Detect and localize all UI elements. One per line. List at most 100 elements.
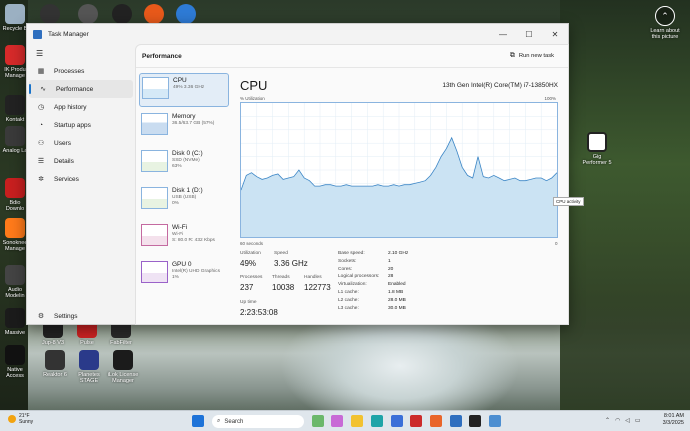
- sidebar-nav: ☰ ▦ Processes ∿ Performance ◷ App history ◔ Sta…: [27, 44, 135, 326]
- desktop-top-icon[interactable]: [112, 4, 132, 24]
- title-bar[interactable]: Task Manager — ☐ ✕: [27, 24, 568, 44]
- app-icon: [113, 350, 133, 370]
- run-new-task-button[interactable]: ⧉ Run new task: [510, 52, 554, 60]
- copilot-icon[interactable]: [331, 415, 343, 427]
- device-name: GPU 0: [172, 261, 192, 268]
- app-icon: [5, 265, 25, 285]
- sidebar-item-performance[interactable]: ∿ Performance: [29, 80, 133, 98]
- desktop-top-icon[interactable]: [144, 4, 164, 24]
- chevron-up-icon[interactable]: ⌃: [605, 417, 610, 424]
- sidebar-item-settings[interactable]: ⚙ Settings: [27, 307, 133, 325]
- learn-about-picture-icon[interactable]: ⌃ Learn about this picture: [648, 6, 682, 40]
- desktop-icon-label: iLok License Manager: [107, 372, 139, 384]
- graph-time-left: 60 seconds: [240, 241, 264, 246]
- handles-label: Handles: [304, 275, 322, 280]
- cpu-utilization-graph[interactable]: [240, 102, 558, 238]
- desktop-top-icon[interactable]: [40, 4, 60, 24]
- grid-icon: ▦: [37, 68, 45, 75]
- task-manager-window: Task Manager — ☐ ✕ ☰ ▦ Processes ∿ Performa…: [26, 23, 584, 326]
- device-item-gpu-0[interactable]: GPU 0 Intel(R) UHD Graphics 1%: [139, 258, 229, 292]
- window-title: Task Manager: [48, 30, 89, 38]
- outlook-icon[interactable]: [450, 415, 462, 427]
- processes-label: Processes: [240, 275, 263, 280]
- sidebar-item-services[interactable]: ✲ Services: [27, 170, 135, 188]
- clock[interactable]: 8:01 AM 3/3/2025: [663, 413, 684, 427]
- edge-icon[interactable]: [371, 415, 383, 427]
- file-explorer-icon[interactable]: [351, 415, 363, 427]
- spec-label: Virtualization:: [338, 282, 367, 288]
- device-item-disk-0-c[interactable]: Disk 0 (C:) SSD (NVMe) 63%: [139, 147, 229, 181]
- spec-label: L1 cache:: [338, 290, 359, 295]
- sidebar-item-app-history[interactable]: ◷ App history: [27, 98, 135, 116]
- sidebar-item-label: Settings: [54, 312, 78, 320]
- desktop-top-icon[interactable]: [78, 4, 98, 24]
- spec-label: L3 cache:: [338, 305, 359, 311]
- minimize-button[interactable]: —: [490, 30, 516, 39]
- device-name: Disk 0 (C:): [172, 150, 203, 157]
- weather-widget[interactable]: 21°F Sunny: [8, 413, 33, 425]
- battery-icon[interactable]: ▭: [635, 417, 641, 424]
- store-icon[interactable]: [391, 415, 403, 427]
- gig-performer-taskbar-icon[interactable]: [469, 415, 481, 427]
- device-name: Wi-Fi: [172, 224, 188, 231]
- search-placeholder: Search: [224, 418, 244, 425]
- search-box[interactable]: ⌕ Search: [212, 415, 304, 428]
- learn-about-picture-label: Learn about this picture: [650, 28, 680, 40]
- system-tray[interactable]: ⌃ ◠ ◁ ▭: [605, 417, 641, 424]
- threads-label: Threads: [272, 275, 290, 280]
- speed-label: Speed: [274, 251, 288, 256]
- app-icon: [5, 308, 25, 328]
- sidebar-item-startup-apps[interactable]: ◔ Startup apps: [27, 116, 135, 134]
- taskbar: 21°F Sunny ⌕ Search ⌃ ◠ ◁ ▭ 8:01 AM 3/3/…: [0, 410, 690, 431]
- desktop-icon[interactable]: Native Access: [0, 345, 30, 379]
- sidebar-item-details[interactable]: ☰ Details: [27, 152, 135, 170]
- desktop-icon[interactable]: Planetes STAGE: [72, 350, 106, 384]
- wifi-icon[interactable]: ◠: [615, 417, 620, 424]
- task-manager-taskbar-icon[interactable]: [489, 415, 501, 427]
- cpu-graph-svg: [240, 103, 558, 237]
- details-icon: ☰: [37, 158, 45, 165]
- spec-value: 28.0 MB: [388, 297, 406, 303]
- desktop-top-icon[interactable]: [176, 4, 196, 24]
- sidebar-item-label: Details: [54, 157, 74, 165]
- device-item-memory[interactable]: Memory 36.5/63.7 GB (57%): [139, 110, 229, 144]
- handles-value: 122773: [304, 283, 331, 292]
- desktop-icon[interactable]: iLok License Manager: [106, 350, 140, 384]
- threads-value: 10038: [272, 283, 295, 292]
- device-item-cpu[interactable]: CPU 49% 3.36 GHz: [139, 73, 229, 107]
- red-app-icon[interactable]: [410, 415, 422, 427]
- hamburger-menu-icon[interactable]: ☰: [27, 44, 135, 62]
- device-item-wi-fi[interactable]: Wi-Fi Wi-Fi S: 80.0 R: 432 Kbps: [139, 221, 229, 255]
- spec-value: 20: [388, 266, 394, 272]
- desktop-icon[interactable]: Reaktor 6: [38, 350, 72, 378]
- uptime-value: 2:23:53:08: [240, 308, 278, 317]
- utilization-label: Utilization: [240, 251, 261, 256]
- sidebar-item-users[interactable]: ⚇ Users: [27, 134, 135, 152]
- device-item-disk-1-d[interactable]: Disk 1 (D:) USB (USB) 0%: [139, 184, 229, 218]
- desktop-icon-label: Audio Modelin: [5, 287, 25, 299]
- app-icon: [5, 178, 25, 198]
- volume-icon[interactable]: ◁: [625, 417, 630, 424]
- firefox-icon[interactable]: [430, 415, 442, 427]
- users-icon: ⚇: [37, 140, 45, 147]
- app-icon: [5, 218, 25, 238]
- sidebar-item-processes[interactable]: ▦ Processes: [27, 62, 135, 80]
- desktop-icon-label: Analog La: [2, 148, 28, 154]
- cpu-activity-tooltip: CPU activity: [553, 197, 584, 206]
- device-sub1: Intel(R) UHD Graphics: [172, 269, 220, 274]
- device-thumbnail-graph: [142, 77, 169, 99]
- maximize-button[interactable]: ☐: [516, 30, 542, 39]
- device-sub2: 1%: [172, 275, 179, 280]
- task-view-icon[interactable]: [312, 415, 324, 427]
- desktop-icon-label: Native Access: [6, 367, 24, 379]
- spec-value: 2.10 GHz: [388, 251, 409, 256]
- start-icon[interactable]: [192, 415, 204, 427]
- desktop-icon-label: Pulse: [80, 340, 94, 346]
- gig-performer-icon[interactable]: Gig Performer 5: [580, 132, 614, 166]
- close-button[interactable]: ✕: [542, 30, 568, 39]
- desktop-icon-label: Recycle B: [2, 26, 28, 32]
- desktop-icon-label: Kontakt: [5, 117, 25, 123]
- device-sub1: 36.5/63.7 GB (57%): [172, 121, 215, 126]
- spec-label: Sockets:: [338, 258, 357, 264]
- spec-value: 28: [388, 274, 394, 280]
